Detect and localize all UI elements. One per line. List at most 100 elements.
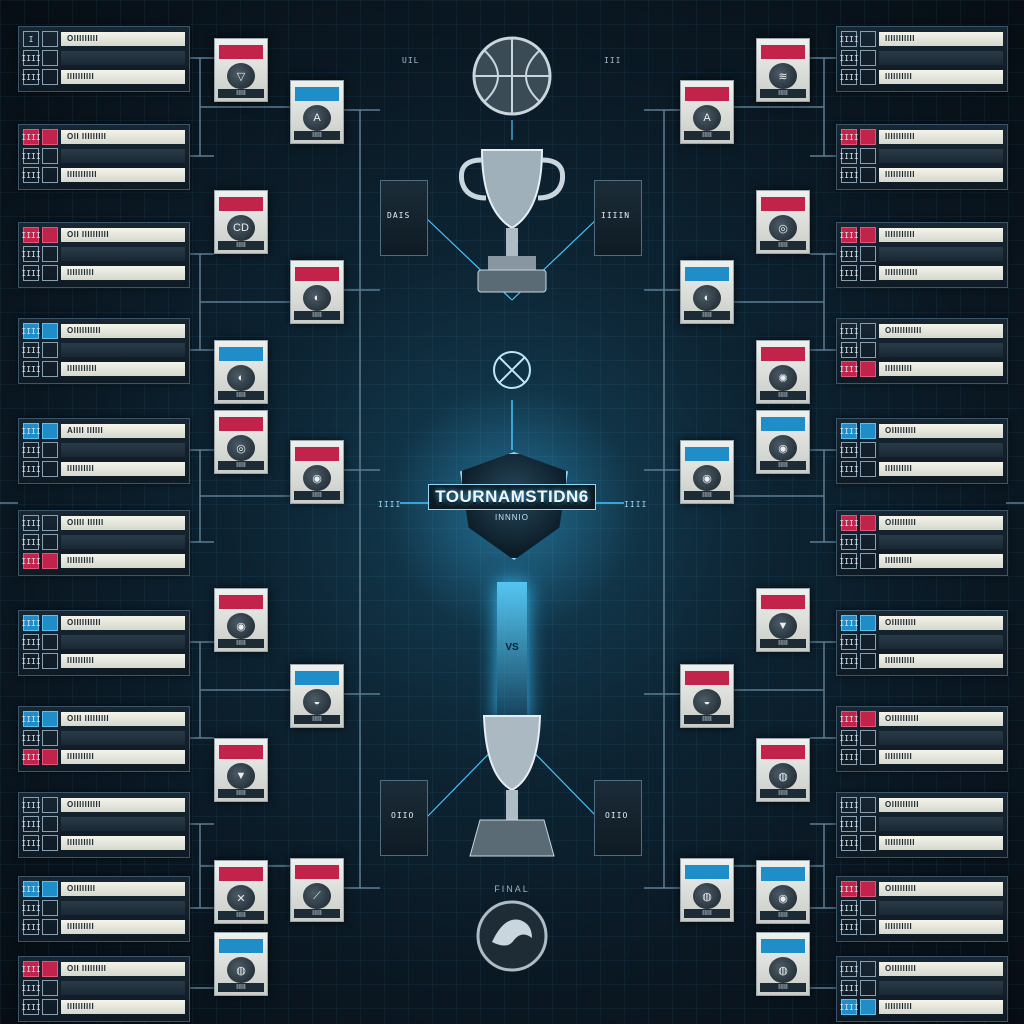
team-row[interactable]: IIII IIIIIIIIII [21,919,185,935]
team-row[interactable]: IIII OIIIIIIIII [839,961,1003,977]
team-badge[interactable]: A IIIII [290,80,344,144]
team-row[interactable]: IIII IIIIIIIIII [21,265,185,281]
team-row[interactable]: I OIIIIIIIII [23,31,185,47]
team-row[interactable]: IIII [839,980,1003,996]
team-row[interactable]: IIII [21,442,185,458]
team-row[interactable]: IIII [21,816,185,832]
team-row[interactable]: IIII [21,980,185,996]
team-row[interactable]: IIII OIIIIIIIIII [839,711,1003,727]
team-badge[interactable]: ◐ IIIII [214,340,268,404]
team-badge[interactable]: ✕ IIIII [214,860,268,924]
right-match-card[interactable]: IIIIOIIIIIIIIIIIIIIIIIIIIIIIIIIIII [836,792,1008,858]
left-match-card[interactable]: IIII OIIII IIIIII IIII IIII IIIIIIIIII [18,510,190,576]
team-row[interactable]: IIII IIIIIIIIII [839,919,1003,935]
team-row[interactable]: IIII [21,246,185,262]
team-badge[interactable]: ◉ IIIII [214,588,268,652]
team-badge[interactable]: ◉ IIIII [680,440,734,504]
team-row[interactable]: IIII IIIIIIIIIII [21,167,185,183]
team-row[interactable]: IIII OIII IIIIIIIII [21,711,185,727]
team-badge[interactable]: ◎ IIIII [756,190,810,254]
team-row[interactable]: IIII [839,246,1003,262]
team-row[interactable]: IIII [839,900,1003,916]
team-row[interactable]: IIII [21,50,185,66]
team-row[interactable]: IIII IIIIIIIIII [21,749,185,765]
team-row[interactable]: IIII OIIIIIIII [21,881,185,897]
team-badge[interactable]: ◍ IIIII [756,738,810,802]
team-badge[interactable]: ◐ IIIII [680,260,734,324]
team-row[interactable]: IIII OIIIIIIIIII [839,797,1003,813]
team-badge[interactable]: A IIIII [680,80,734,144]
right-match-card[interactable]: IIIIOIIIIIIIIIIIIIIIIIIIIIIIIIIII [836,706,1008,772]
right-match-card[interactable]: IIIIOIIIIIIIIIIIIIIIIIIIIIIIIIIII [836,610,1008,676]
team-badge[interactable]: ◐ IIIII [290,260,344,324]
team-row[interactable]: IIII [839,442,1003,458]
team-badge[interactable]: ◒ IIIII [680,664,734,728]
semifinal-box-left-lower[interactable]: OIIO [380,780,428,856]
team-row[interactable]: IIII [839,816,1003,832]
team-row[interactable]: IIII OIIIIIIIIIII [839,323,1003,339]
team-row[interactable]: IIII OII IIIIIIIIII [21,227,185,243]
right-match-card[interactable]: IIII IIIIIIIIIII IIII IIII IIIIIIIIII [836,26,1008,92]
team-row[interactable]: IIII IIIIIIIIIII [21,361,185,377]
team-row[interactable]: IIII IIIIIIIIIII [839,31,1003,47]
team-badge[interactable]: ◍ IIIII [756,932,810,996]
team-row[interactable]: IIII OIIIIIIIII [839,881,1003,897]
team-badge[interactable]: ▽ IIIII [214,38,268,102]
team-row[interactable]: IIII IIIIIIIIII [839,999,1003,1015]
team-row[interactable]: IIII [21,342,185,358]
right-match-card[interactable]: IIII OIIIIIIIII IIII IIII IIIIIIIIII [836,876,1008,942]
team-badge[interactable]: ◍ IIIII [680,858,734,922]
team-badge[interactable]: ⟋ IIIII [290,858,344,922]
right-match-card[interactable]: IIII OIIIIIIIII IIII IIII IIIIIIIIII [836,956,1008,1022]
team-row[interactable]: IIII [839,534,1003,550]
left-match-card[interactable]: IIII OIII IIIIIIIII IIII IIII IIIIIIIIII [18,706,190,772]
team-row[interactable]: IIII [839,50,1003,66]
team-row[interactable]: IIII IIIIIIIIII [21,461,185,477]
team-row[interactable]: IIII [839,148,1003,164]
team-row[interactable]: IIII IIIIIIIIIII [839,227,1003,243]
left-match-card[interactable]: I OIIIIIIIII IIII IIII IIIIIIIIII [18,26,190,92]
team-row[interactable]: IIII OIIIIIIIIII [21,797,185,813]
team-row[interactable]: IIII OIIIIIIIIII [21,323,185,339]
team-row[interactable]: IIII [21,634,185,650]
team-row[interactable]: IIII OIIIIIIIIII [21,615,185,631]
team-badge[interactable]: ≋ IIIII [756,38,810,102]
team-badge[interactable]: CD IIIII [214,190,268,254]
team-row[interactable]: IIII [839,634,1003,650]
team-row[interactable]: IIII IIIIIIIIII [839,553,1003,569]
semifinal-box-right-lower[interactable]: OIIO [594,780,642,856]
team-row[interactable]: IIII IIIIIIIIII [839,749,1003,765]
team-row[interactable]: IIII [839,730,1003,746]
semifinal-box-right-upper[interactable]: IIIIN [594,180,642,256]
team-row[interactable]: IIII IIIIIIIIIII [839,653,1003,669]
right-match-card[interactable]: IIII OIIIIIIIII IIII IIII IIIIIIIIII [836,510,1008,576]
team-row[interactable]: IIII [21,900,185,916]
left-match-card[interactable]: IIII AIIII IIIIII IIII IIII IIIIIIIIII [18,418,190,484]
right-match-card[interactable]: IIII IIIIIIIIIII IIII IIII IIIIIIIIIIII [836,222,1008,288]
team-row[interactable]: IIII IIIIIIIIIIII [839,265,1003,281]
left-match-card[interactable]: IIIIOII IIIIIIIIIIIIIIIIIIIIIIIIIIII [18,222,190,288]
team-row[interactable]: IIII IIIIIIIIII [21,999,185,1015]
team-badge[interactable]: ◍ IIIII [214,932,268,996]
left-match-card[interactable]: IIII OIIIIIIIIII IIII IIII IIIIIIIIIII [18,318,190,384]
team-row[interactable]: IIII [839,342,1003,358]
team-badge[interactable]: ▼ IIIII [214,738,268,802]
right-match-card[interactable]: IIIIOIIIIIIIIIIIIIIIIIIIIIIIIIIIII [836,318,1008,384]
team-row[interactable]: IIII IIIIIIIIII [21,835,185,851]
team-row[interactable]: IIII OIIIIIIIII [839,423,1003,439]
team-row[interactable]: IIII IIIIIIIIII [839,361,1003,377]
team-row[interactable]: IIII [21,148,185,164]
team-row[interactable]: IIII IIIIIIIIIII [839,129,1003,145]
team-row[interactable]: IIII IIIIIIIIII [21,553,185,569]
left-match-card[interactable]: IIII OIIIIIIIIII IIII IIII IIIIIIIIII [18,792,190,858]
left-match-card[interactable]: IIII OII IIIIIIIII IIII IIII IIIIIIIIII [18,956,190,1022]
team-row[interactable]: IIII IIIIIIIIIII [839,167,1003,183]
left-match-card[interactable]: IIIIOII IIIIIIIIIIIIIIIIIIIIIIIIIIII [18,124,190,190]
team-row[interactable]: IIII IIIIIIIIII [839,461,1003,477]
team-row[interactable]: IIII [21,534,185,550]
team-row[interactable]: IIII OII IIIIIIIII [21,961,185,977]
team-badge[interactable]: ◉ IIIII [290,440,344,504]
team-row[interactable]: IIII [21,730,185,746]
left-match-card[interactable]: IIII OIIIIIIIIII IIII IIII IIIIIIIIII [18,610,190,676]
team-badge[interactable]: ◉ IIIII [756,860,810,924]
